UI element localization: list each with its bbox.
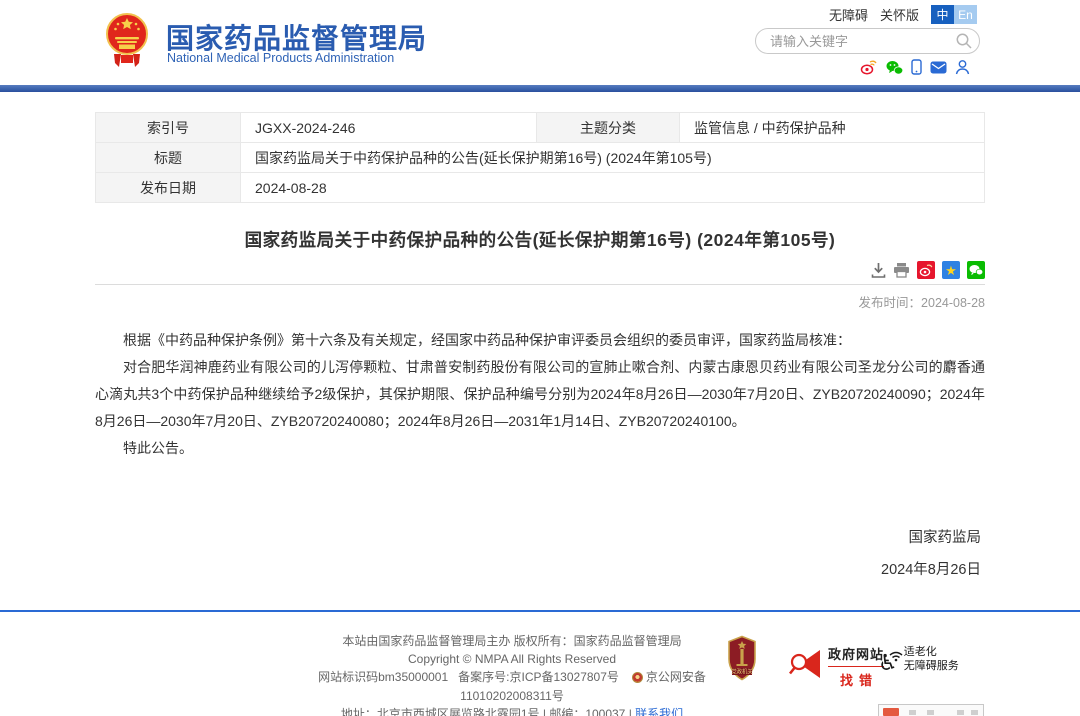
share-qzone-icon[interactable]: ★ (942, 261, 960, 279)
gov-site-find-error-widget[interactable]: 政府网站 找错 (786, 644, 884, 689)
meta-label-date: 发布日期 (96, 173, 241, 203)
elderly-label: 适老化 (904, 646, 959, 660)
site-name-en: National Medical Products Administration (167, 51, 394, 65)
article-toolbar: ★ (95, 261, 985, 279)
search-icon[interactable] (955, 31, 979, 51)
accessibility-service-widget[interactable]: ♿ 适老化 无障碍服务 (878, 646, 959, 675)
title-divider (95, 284, 985, 285)
accessibility-link[interactable]: 无障碍 (829, 5, 868, 24)
nmpa-announcement-page: 国家药品监督管理局 National Medical Products Admi… (0, 0, 1080, 716)
police-badge-icon (632, 672, 643, 683)
header-divider-band (0, 85, 1080, 92)
article-paragraph: 根据《中药品种保护条例》第十六条及有关规定，经国家中药品种保护审评委员会组织的委… (95, 327, 985, 354)
footer-copyright: Copyright © NMPA All Rights Reserved (297, 650, 727, 668)
header-utility-links: 无障碍 关怀版 中 En (829, 5, 977, 24)
footer-text-block: 本站由国家药品监督管理局主办 版权所有：国家药品监督管理局 Copyright … (297, 632, 727, 716)
toolbar-item (957, 710, 964, 715)
wechat-icon[interactable] (886, 60, 903, 75)
user-icon[interactable] (955, 59, 970, 75)
footer-divider-pipe: | (543, 707, 546, 716)
site-header: 国家药品监督管理局 National Medical Products Admi… (0, 0, 1080, 85)
toolbar-red-icon (883, 708, 899, 716)
wifi-arcs-icon (888, 645, 904, 667)
article-body: 根据《中药品种保护条例》第十六条及有关规定，经国家中药品种保护审评委员会组织的委… (95, 327, 985, 462)
footer-address-line: 地址：北京市西城区展览路北露园1号 | 邮编：100037 | 联系我们 (297, 705, 727, 716)
article-paragraph: 特此公告。 (95, 435, 985, 462)
svg-text:党政机关: 党政机关 (731, 668, 753, 676)
meta-label-index: 索引号 (96, 113, 241, 143)
accessibility-text: 适老化 无障碍服务 (904, 646, 959, 675)
article-title: 国家药监局关于中药保护品种的公告(延长保护期第16号) (2024年第105号) (95, 227, 985, 252)
gov-finder-text: 政府网站 找错 (828, 644, 884, 689)
mobile-icon[interactable] (911, 59, 922, 75)
contact-us-link[interactable]: 联系我们 (635, 707, 683, 716)
gov-site-label: 政府网站 (828, 644, 884, 663)
main-content: 索引号 JGXX-2024-246 主题分类 监管信息 / 中药保护品种 标题 … (95, 92, 985, 579)
footer-address: 地址：北京市西城区展览路北露园1号 (341, 707, 540, 716)
lang-zh-button[interactable]: 中 (931, 5, 954, 24)
share-weibo-icon[interactable] (917, 261, 935, 279)
search-box (755, 28, 980, 54)
toolbar-item (971, 710, 978, 715)
publish-time-value: 2024-08-28 (921, 296, 985, 310)
table-row: 索引号 JGXX-2024-246 主题分类 监管信息 / 中药保护品种 (96, 113, 985, 143)
table-row: 标题 国家药监局关于中药保护品种的公告(延长保护期第16号) (2024年第10… (96, 143, 985, 173)
publish-time: 发布时间：2024-08-28 (95, 292, 985, 311)
find-error-label: 找错 (834, 670, 878, 689)
accessibility-icon: ♿ (878, 653, 898, 675)
search-input[interactable] (756, 34, 955, 49)
meta-label-title: 标题 (96, 143, 241, 173)
publish-time-label: 发布时间： (859, 296, 922, 310)
footer-site-code: 网站标识码bm35000001 (318, 670, 448, 684)
article-signature: 国家药监局 2024年8月26日 (95, 526, 985, 579)
lang-en-button[interactable]: En (954, 5, 977, 24)
social-icon-row (860, 59, 970, 75)
care-version-link[interactable]: 关怀版 (880, 5, 919, 24)
meta-value-index: JGXX-2024-246 (241, 113, 537, 143)
download-icon[interactable] (871, 262, 886, 278)
footer-divider-pipe: | (629, 707, 632, 716)
footer-host-line: 本站由国家药品监督管理局主办 版权所有：国家药品监督管理局 (297, 632, 727, 650)
floating-toolbar-cutoff[interactable] (878, 704, 984, 716)
mail-icon[interactable] (930, 61, 947, 74)
meta-value-date: 2024-08-28 (241, 173, 985, 203)
footer-registration-line: 网站标识码bm35000001备案序号:京ICP备13027807号京公网安备1… (297, 668, 727, 704)
share-wechat-icon[interactable] (967, 261, 985, 279)
print-icon[interactable] (893, 262, 910, 278)
language-toggle: 中 En (931, 5, 977, 24)
weibo-icon[interactable] (860, 59, 878, 75)
footer-icp: 备案序号:京ICP备13027807号 (458, 670, 619, 684)
nmpa-emblem-logo (106, 11, 148, 71)
signature-org: 国家药监局 (95, 526, 981, 547)
national-emblem-icon (106, 11, 148, 71)
gov-finder-icon (786, 648, 822, 685)
footer-divider (0, 610, 1080, 612)
article-paragraph: 对合肥华润神鹿药业有限公司的儿泻停颗粒、甘肃普安制药股份有限公司的宣肺止嗽合剂、… (95, 354, 985, 435)
party-gov-badge-icon[interactable]: 党政机关 (727, 635, 757, 686)
toolbar-item (909, 710, 916, 715)
meta-label-topic: 主题分类 (537, 113, 680, 143)
toolbar-item (927, 710, 934, 715)
star-glyph: ★ (945, 264, 957, 277)
gov-finder-underline (828, 666, 884, 667)
meta-value-title: 国家药监局关于中药保护品种的公告(延长保护期第16号) (2024年第105号) (241, 143, 985, 173)
signature-date: 2024年8月26日 (95, 558, 981, 579)
meta-value-topic: 监管信息 / 中药保护品种 (680, 113, 985, 143)
table-row: 发布日期 2024-08-28 (96, 173, 985, 203)
document-meta-table: 索引号 JGXX-2024-246 主题分类 监管信息 / 中药保护品种 标题 … (95, 112, 985, 203)
footer-postcode: 邮编：100037 (549, 707, 625, 716)
accessibility-service-label: 无障碍服务 (904, 660, 959, 674)
